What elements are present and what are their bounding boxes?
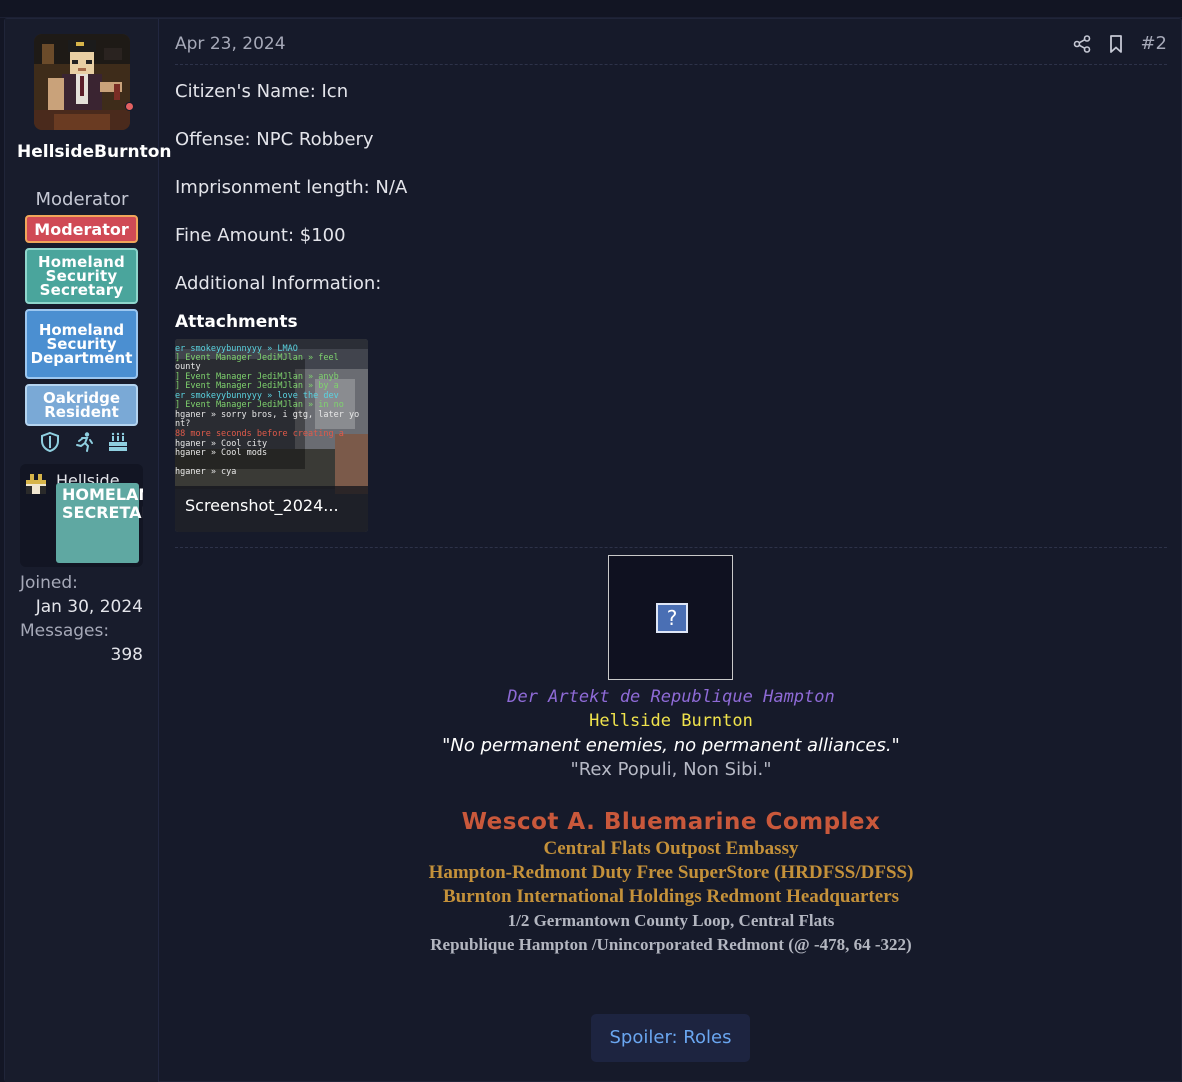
chat-line: nt?	[175, 419, 190, 429]
birthday-cake-icon[interactable]	[107, 431, 129, 453]
chat-line: ounty	[175, 362, 201, 372]
chat-line: ] Event Manager JediMJlan » by a	[175, 381, 339, 391]
user-group-card[interactable]: Hellside HOMELAND SECRETARY	[20, 464, 143, 567]
messages-value[interactable]: 398	[111, 645, 143, 665]
post-line-offense: Offense: NPC Robbery	[175, 129, 374, 150]
moderator-banner: Moderator	[25, 215, 138, 243]
signature-hq: Burnton International Holdings Redmont H…	[442, 886, 900, 907]
spoiler-roles-button[interactable]: Spoiler: Roles	[591, 1014, 750, 1062]
joined-value: Jan 30, 2024	[35, 597, 143, 617]
running-person-icon[interactable]	[73, 431, 95, 453]
share-icon[interactable]	[1072, 34, 1092, 54]
chat-line: 88 more seconds before creating a	[175, 429, 344, 439]
chat-line: ] Event Manager JediMJlan » in no	[175, 400, 344, 410]
homeland-secretary-badge: HOMELAND SECRETARY	[56, 483, 143, 563]
top-bar	[0, 0, 1182, 18]
signature-role: Der Artekt de Republique Hampton	[507, 687, 835, 707]
username[interactable]: HellsideBurnton	[17, 140, 172, 164]
post-line-fine: Fine Amount: $100	[175, 225, 346, 246]
messages-label: Messages:	[20, 621, 110, 641]
post-content: Apr 23, 2024 #2 Citizen's Name: Icn Offe…	[175, 19, 1167, 1082]
signature-name: Hellside Burnton	[589, 711, 753, 731]
signature-quote: "No permanent enemies, no permanent alli…	[442, 735, 900, 756]
attachment-caption[interactable]: Screenshot_2024...	[175, 486, 368, 532]
attachment-thumbnail[interactable]: er smokeyybunnyyy » LMAO ] Event Manager…	[175, 339, 368, 532]
user-sidebar: HellsideBurnton Moderator Moderator Home…	[5, 19, 172, 1082]
signature-motto: "Rex Populi, Non Sibi."	[570, 759, 772, 780]
avatar[interactable]	[34, 34, 130, 130]
chat-line: hganer » Cool mods	[175, 448, 267, 458]
chat-line: hganer » cya	[175, 467, 236, 477]
signature-location: Republique Hampton /Unincorporated Redmo…	[430, 935, 912, 954]
signature-store: Hampton-Redmont Duty Free SuperStore (HR…	[428, 862, 914, 883]
broken-image-icon: ?	[656, 603, 688, 633]
header-divider	[175, 64, 1167, 65]
homeland-security-department-banner: Homeland Security Department	[25, 309, 138, 379]
shield-icon[interactable]	[39, 431, 61, 453]
attachments-heading: Attachments	[175, 312, 298, 332]
bookmark-icon[interactable]	[1106, 34, 1126, 54]
signature-divider	[175, 547, 1167, 548]
signature-address: 1/2 Germantown County Loop, Central Flat…	[507, 911, 835, 930]
avatar-image	[34, 34, 130, 130]
broken-signature-image: ?	[608, 555, 733, 680]
mini-username: Hellside	[56, 471, 120, 484]
post-date[interactable]: Apr 23, 2024	[175, 34, 286, 54]
mini-avatar	[22, 470, 50, 498]
chat-line: hganer » sorry bros, i gtg, later yo	[175, 410, 359, 420]
post-line-imprisonment: Imprisonment length: N/A	[175, 177, 408, 198]
joined-label: Joined:	[20, 573, 78, 593]
post-number[interactable]: #2	[1140, 33, 1167, 54]
oakridge-resident-banner: Oakridge Resident	[25, 384, 138, 426]
post-line-additional: Additional Information:	[175, 273, 382, 294]
post-actions: #2	[1072, 33, 1167, 54]
signature-complex: Wescot A. Bluemarine Complex	[461, 809, 881, 835]
post-line-citizen: Citizen's Name: Icn	[175, 81, 349, 102]
trophy-icons	[39, 431, 129, 453]
homeland-security-secretary-banner: Homeland Security Secretary	[25, 248, 138, 304]
user-title: Moderator	[35, 189, 129, 210]
online-status-indicator	[125, 102, 134, 111]
signature-embassy: Central Flats Outpost Embassy	[543, 838, 799, 859]
forum-post: HellsideBurnton Moderator Moderator Home…	[4, 18, 1182, 1082]
